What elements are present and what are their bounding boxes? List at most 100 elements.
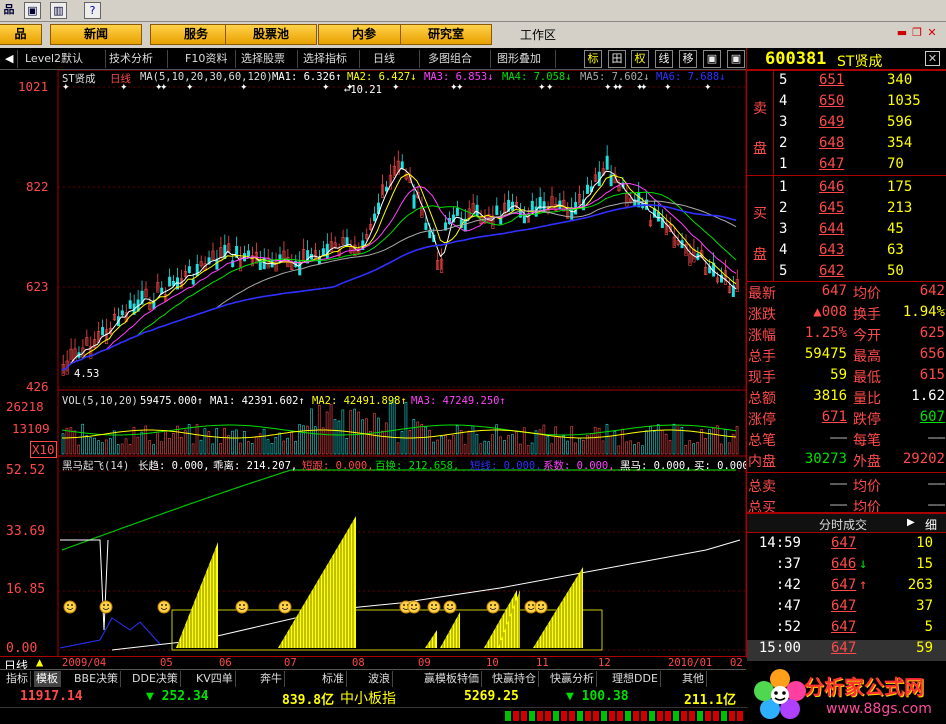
ind-legend-h: 买: 0.000 — [694, 460, 749, 472]
bottom-tab[interactable]: 快赢分析 — [548, 671, 597, 687]
bottom-tab[interactable]: 其他 — [680, 671, 707, 687]
tb-overlay[interactable]: 图形叠加 — [494, 50, 556, 68]
help-icon[interactable]: ? — [84, 2, 101, 19]
vol-legend-ma3: MA3: 47249.250↑ — [411, 395, 506, 407]
volume-bar — [471, 425, 475, 455]
quote-panel: 600381 ST贤成 ✕ 5 651 340 4 650 1035 3 649 596 2 648… — [746, 48, 946, 661]
tick-row: 15:00 647 59 — [747, 640, 946, 661]
tick-volume: 15 — [916, 556, 933, 572]
vol-ma-line — [61, 424, 737, 436]
tb-tech-analysis[interactable]: 技术分析 — [106, 50, 168, 68]
quote-header: 600381 ST贤成 ✕ — [747, 48, 946, 70]
tb-level2[interactable]: Level2默认 — [22, 50, 106, 68]
bottom-tab[interactable]: 赢模板特価 — [422, 671, 482, 687]
tb-mark[interactable]: 标 — [584, 50, 602, 68]
menu-insider[interactable]: 内参 — [318, 24, 410, 45]
tb-daily[interactable]: 日线 — [370, 50, 420, 68]
smiley-eye — [103, 604, 105, 606]
main-legend-period: 日线 — [110, 73, 131, 85]
stat-value: 642 — [919, 283, 945, 299]
tb-box1[interactable]: ▣ — [703, 50, 721, 68]
minimize-icon[interactable]: ▬ — [896, 27, 908, 39]
workarea-label[interactable]: 工作区 — [520, 26, 556, 43]
ticks-title[interactable]: 分时成交 — [819, 516, 867, 533]
tb-f10[interactable]: F10资料 — [182, 50, 236, 68]
tb-select-indicator[interactable]: 选择指标 — [300, 50, 360, 68]
price-axis-2: 822 — [26, 179, 49, 194]
ticks-arrow-icon[interactable]: ▶ — [907, 517, 915, 528]
volume-bar — [109, 438, 112, 455]
bottom-tab[interactable]: 模板 — [34, 671, 61, 687]
tb-multi-chart[interactable]: 多图组合 — [425, 50, 491, 68]
signal-star: ✦ — [240, 83, 248, 93]
smiley-eye — [542, 604, 544, 606]
smiley-eye — [286, 604, 288, 606]
volume-bar — [302, 425, 305, 455]
menu-research[interactable]: 研究室 — [400, 24, 492, 45]
volume-bar — [266, 439, 270, 455]
ticks-detail-button[interactable]: 细 — [925, 516, 937, 533]
bottom-tab[interactable]: DDE决策 — [130, 671, 181, 687]
bottom-tab[interactable]: KV四单 — [194, 671, 236, 687]
date-07: 07 — [284, 657, 297, 669]
sell-level-num: 2 — [779, 135, 788, 151]
volume-bar — [668, 440, 672, 455]
chart-toolbar: ◀ Level2默认 技术分析 F10资料 选择股票 选择指标 日线 多图组合 … — [0, 48, 746, 70]
tick-row: :37 646 ↓ 15 — [747, 556, 946, 577]
breadth-cell — [649, 711, 655, 721]
tb-select-stock[interactable]: 选择股票 — [238, 50, 298, 68]
tb-box2[interactable]: ▣ — [727, 50, 745, 68]
bottom-tab[interactable]: 理想DDE — [610, 671, 661, 687]
prev-arrow-icon[interactable]: ◀ — [2, 50, 18, 68]
bottom-tab[interactable]: 波浪 — [366, 671, 393, 687]
bottom-tab[interactable]: 奔牛 — [258, 671, 285, 687]
ind-legend-a: 长趋: 0.000, — [138, 460, 210, 472]
volume-bar — [704, 437, 707, 455]
indicator-green-line — [61, 469, 737, 551]
smiley-eye — [528, 604, 530, 606]
breadth-cell — [721, 711, 727, 721]
breadth-cell — [609, 711, 615, 721]
buy-level-4: 4 643 63 — [747, 242, 946, 263]
date-axis: 日线 ▲ 2009/04 05 06 07 08 09 10 11 12 201… — [0, 655, 746, 673]
bottom-tab[interactable]: 指标 — [4, 671, 31, 687]
stat-value: —— — [830, 476, 847, 492]
volume-bar — [321, 427, 325, 455]
menu-news[interactable]: 新闻 — [50, 24, 142, 45]
divider — [747, 472, 946, 473]
signal-star: ✦ — [322, 83, 330, 93]
close-panel-icon[interactable]: ✕ — [925, 51, 940, 66]
ind-legend-d: 百换: 212.658, — [375, 460, 460, 472]
tb-grid[interactable]: 田 — [608, 50, 626, 68]
books-icon[interactable]: ▥ — [50, 2, 67, 19]
bottom-tab[interactable]: 标准 — [320, 671, 347, 687]
sell-level-3: 3 649 596 — [747, 114, 946, 135]
volume-bar — [530, 442, 534, 455]
tick-volume: 10 — [916, 535, 933, 551]
tb-line[interactable]: 线 — [655, 50, 673, 68]
menu-fragment-button[interactable]: 品 — [0, 24, 42, 45]
chart-area[interactable]: ✦ ✦ ✦ ✦ ✦ ✦ ✦ ✦ ✦ ✦ ✦ ✦ ✦ ✦ ✦ ✦ ✦ ✦ ✦ ✦ ST贤成 日线 MA(5,10,20,… — [0, 70, 749, 658]
tb-move[interactable]: 移 — [679, 50, 697, 68]
window-icon[interactable]: ▣ — [24, 2, 41, 19]
bottom-tab[interactable]: 快赢持仓 — [490, 671, 539, 687]
breadth-cell — [545, 711, 551, 721]
stat-label: 均价 — [853, 479, 881, 495]
volume-bar — [688, 440, 692, 455]
volume-bar — [128, 443, 132, 455]
bottom-tab[interactable]: BBE决策 — [72, 671, 122, 687]
restore-icon[interactable]: ❐ — [911, 27, 923, 39]
sh-change: ▼ 252.34 — [146, 689, 209, 704]
volume-bar — [203, 428, 207, 455]
sell-price: 651 — [819, 72, 845, 88]
tb-rights[interactable]: 权 — [631, 50, 649, 68]
volume-bar — [140, 431, 144, 455]
chart-svg[interactable]: ✦ ✦ ✦✦ ✦ ✦ ✦ ✦ ✦ ✦✦ ✦ ✦ ✦ ✦✦ ✦✦ ✦ ✦ — [0, 70, 746, 658]
tick-time: :42 — [775, 577, 801, 593]
close-icon[interactable]: ✕ — [926, 27, 938, 39]
menu-stock-pool[interactable]: 股票池 — [225, 24, 317, 45]
volume-bar — [448, 439, 451, 455]
volume-bar — [152, 444, 155, 455]
date-08: 08 — [352, 657, 365, 669]
menu-fragment[interactable]: 品 — [1, 2, 17, 19]
